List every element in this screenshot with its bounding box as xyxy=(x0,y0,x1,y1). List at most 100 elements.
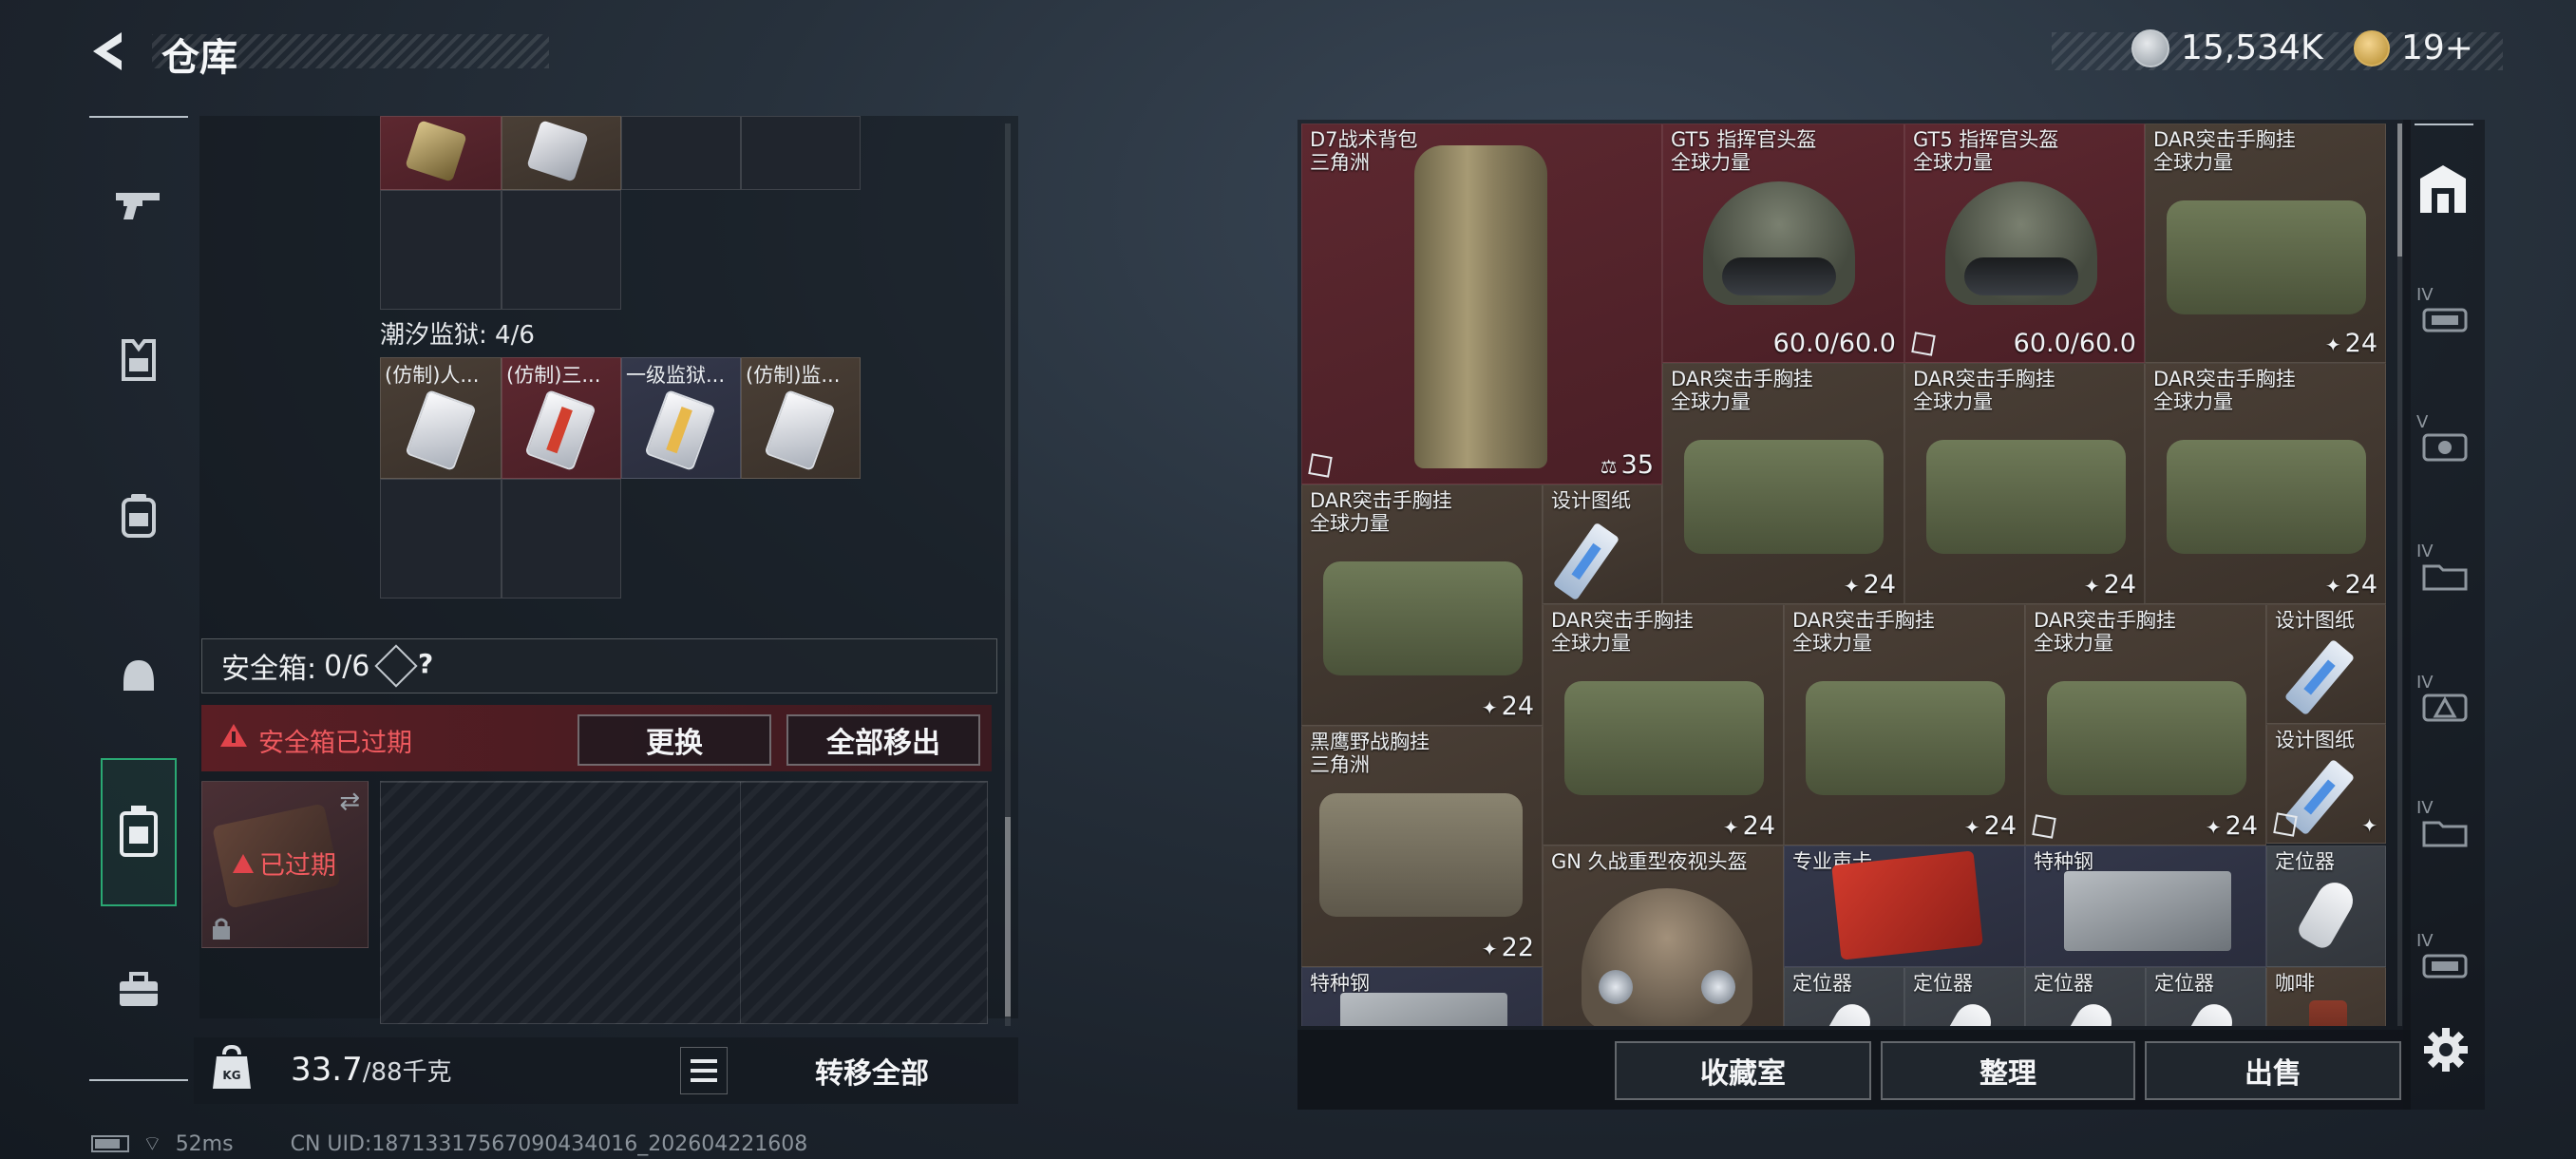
transfer-all-button[interactable]: 转移全部 xyxy=(748,1039,995,1102)
item-tile-dar-rig[interactable]: DAR突击手胸挂 全球力量 ✦ 24 xyxy=(2145,124,2386,363)
collection-room-button[interactable]: 收藏室 xyxy=(1615,1041,1871,1100)
warehouse-scrollbar[interactable] xyxy=(2397,124,2402,1026)
ticket-display[interactable]: 19+ xyxy=(2354,28,2473,67)
item-tile-dar-rig[interactable]: DAR突击手胸挂 全球力量 ✦ 24 xyxy=(1662,363,1904,604)
item-tile-coffee[interactable]: 咖啡 xyxy=(2266,967,2386,1026)
item-tile-locator[interactable]: 定位器 xyxy=(2266,846,2386,967)
item-tile-dar-rig[interactable]: DAR突击手胸挂 全球力量 ✦ 24 xyxy=(1301,484,1543,726)
swap-icon[interactable]: ⇄ xyxy=(339,788,360,816)
section-card-1[interactable]: (仿制)人... xyxy=(380,357,502,479)
item-name: 定位器 xyxy=(2275,850,2335,873)
item-sub: 全球力量 xyxy=(1551,632,1631,655)
card-label: (仿制)三... xyxy=(506,364,601,387)
rail-tab-1[interactable]: IV xyxy=(2415,285,2473,342)
item-tile-locator[interactable]: 定位器 xyxy=(1784,967,1904,1026)
rail-tab-3[interactable]: IV xyxy=(2415,542,2473,598)
case-tab-icon xyxy=(2422,433,2468,462)
grid-slot-item[interactable] xyxy=(380,116,502,190)
sidebar-item-safe-box[interactable] xyxy=(101,758,177,906)
item-tile-dar-rig[interactable]: DAR突击手胸挂 全球力量 ✦ 24 xyxy=(2145,363,2386,604)
sidebar-item-armor[interactable] xyxy=(101,327,177,393)
item-sub: 全球力量 xyxy=(1671,151,1751,174)
rail-tab-5[interactable]: IV xyxy=(2415,798,2473,855)
item-tile-blueprint[interactable]: 设计图纸 xyxy=(1543,484,1662,604)
sidebar-item-chest-rig[interactable] xyxy=(101,642,177,709)
safe-box-grid[interactable] xyxy=(380,781,988,1024)
item-tile-dar-rig[interactable]: DAR突击手胸挂 全球力量 ✦ 24 xyxy=(1784,604,2025,846)
item-tile-gn-helmet[interactable]: GN 久战重型夜视头盔 xyxy=(1543,846,1784,1026)
item-count: ✦ 24 xyxy=(2324,570,2377,599)
move-all-out-button[interactable]: 全部移出 xyxy=(786,714,980,766)
item-tile-dar-rig[interactable]: DAR突击手胸挂 全球力量 ✦ 24 xyxy=(1904,363,2145,604)
item-tile-special-steel[interactable]: 特种钢 xyxy=(1301,967,1543,1026)
rig-small-icon: ✦ xyxy=(2083,575,2100,598)
sidebar-item-backpack[interactable] xyxy=(101,483,177,549)
item-tile-locator[interactable]: 定位器 xyxy=(2025,967,2146,1026)
rail-tab-label: IV xyxy=(2416,542,2434,561)
currency-display[interactable]: 15,534K xyxy=(2131,28,2323,67)
grid-slot-empty[interactable] xyxy=(502,479,621,598)
safe-box-count: 0/6 xyxy=(324,649,370,683)
sidebar-item-weapons[interactable] xyxy=(101,171,177,238)
sell-button[interactable]: 出售 xyxy=(2145,1041,2401,1100)
grid-slot-empty[interactable] xyxy=(741,116,861,190)
warning-icon xyxy=(233,853,254,873)
item-tile-blueprint[interactable]: 设计图纸 xyxy=(2266,604,2386,724)
item-tile-dar-rig[interactable]: DAR突击手胸挂 全球力量 ✦ 24 xyxy=(1543,604,1784,846)
uid-text: CN UID:18713317567090434016_202604221608 xyxy=(290,1131,808,1156)
safe-box-item-tile[interactable]: ⇄ 已过期 xyxy=(201,781,369,948)
section-card-2[interactable]: (仿制)三... xyxy=(502,357,621,479)
back-button[interactable] xyxy=(84,25,137,78)
item-tile-gt5-helmet[interactable]: GT5 指挥官头盔 全球力量 60.0/60.0 xyxy=(1662,124,1904,363)
rig-small-icon: ✦ xyxy=(1722,816,1739,839)
rig-image xyxy=(1564,681,1764,795)
grid-slot-item[interactable] xyxy=(502,116,621,190)
coin-icon xyxy=(2131,28,2169,67)
item-tile-gt5-helmet[interactable]: GT5 指挥官头盔 全球力量 60.0/60.0 xyxy=(1904,124,2145,363)
card-item-icon xyxy=(524,389,597,472)
item-tile-special-steel[interactable]: 特种钢 xyxy=(2025,846,2266,967)
warehouse-tab-button[interactable] xyxy=(2413,160,2473,220)
safe-box-label: 安全箱: xyxy=(221,653,317,686)
blueprint-image xyxy=(1552,522,1620,601)
rig-small-icon: ✦ xyxy=(2361,814,2377,837)
item-tile-dar-rig[interactable]: DAR突击手胸挂 全球力量 ✦ 24 xyxy=(2025,604,2266,846)
grid-slot-empty[interactable] xyxy=(380,479,502,598)
steel-image xyxy=(2064,871,2231,951)
item-tile-d7-backpack[interactable]: D7战术背包 三角洲 ⚖ 35 xyxy=(1301,124,1662,484)
grid-slot-empty[interactable] xyxy=(502,190,621,310)
item-name: DAR突击手胸挂 xyxy=(1792,609,1935,632)
scrollbar-thumb[interactable] xyxy=(1005,817,1011,1016)
loadout-scrollbar[interactable] xyxy=(1005,124,1011,1026)
expired-badge: 已过期 xyxy=(233,845,336,882)
item-count: ✦ 24 xyxy=(1481,692,1534,721)
scrollbar-thumb[interactable] xyxy=(2397,124,2402,256)
rig-tab-icon xyxy=(2422,954,2468,978)
item-tile-locator[interactable]: 定位器 xyxy=(1904,967,2025,1026)
warehouse-icon xyxy=(2420,165,2466,213)
help-icon[interactable]: ? xyxy=(374,644,419,688)
sort-button[interactable]: 整理 xyxy=(1881,1041,2135,1100)
grid-slot-empty[interactable] xyxy=(380,190,502,310)
helmet-visor xyxy=(1722,257,1836,295)
warehouse-grid: D7战术背包 三角洲 ⚖ 35 GT5 指挥官头盔 全球力量 60.0/60.0 … xyxy=(1301,124,2386,1026)
replace-button[interactable]: 更换 xyxy=(578,714,771,766)
rail-tab-4[interactable]: IV xyxy=(2415,673,2473,730)
settings-button[interactable] xyxy=(2422,1026,2470,1074)
item-name: DAR突击手胸挂 xyxy=(2034,609,2176,632)
item-tile-sound-card[interactable]: 专业声卡 xyxy=(1784,846,2025,967)
sidebar-item-toolbox[interactable] xyxy=(101,956,177,1022)
battery-icon xyxy=(91,1135,129,1152)
rail-tab-2[interactable]: V xyxy=(2415,412,2473,469)
item-tile-blueprint[interactable]: 设计图纸 ✦ xyxy=(2266,724,2386,844)
rig-image xyxy=(1319,793,1523,917)
rail-tab-6[interactable]: IV xyxy=(2415,931,2473,988)
item-tile-locator[interactable]: 定位器 xyxy=(2146,967,2266,1026)
item-tile-blackhawk-rig[interactable]: 黑鹰野战胸挂 三角洲 ✦ 22 xyxy=(1301,726,1543,967)
no-insurance-icon xyxy=(1911,332,1936,356)
section-card-4[interactable]: (仿制)监... xyxy=(741,357,861,479)
steel-image xyxy=(1340,993,1507,1026)
list-view-button[interactable] xyxy=(680,1047,728,1094)
grid-slot-empty[interactable] xyxy=(621,116,741,190)
section-card-3[interactable]: 一级监狱... xyxy=(621,357,741,479)
